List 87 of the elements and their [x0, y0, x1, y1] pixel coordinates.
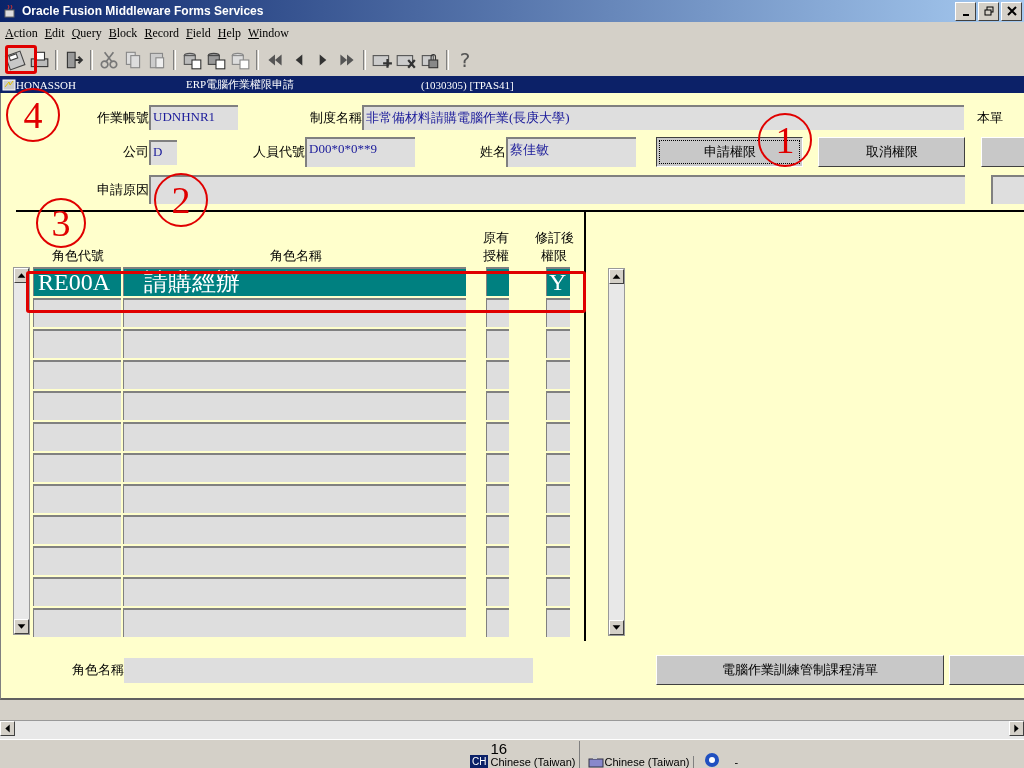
table-cell	[486, 422, 509, 451]
table-row[interactable]	[33, 577, 570, 608]
table-row[interactable]	[33, 608, 570, 639]
ime-badge: CH	[470, 755, 489, 768]
table-cell	[546, 360, 570, 389]
field-label: 本單	[977, 108, 1003, 127]
name-field[interactable]: 蔡佳敏	[506, 137, 636, 167]
table-row[interactable]	[33, 515, 570, 546]
menu-item[interactable]: Edit	[44, 25, 65, 41]
table-cell	[546, 391, 570, 420]
column-header: 角色代號	[51, 247, 105, 265]
callout-number: 4	[6, 88, 60, 142]
restore-icon	[983, 6, 994, 16]
table-cell	[546, 329, 570, 358]
form-icon	[2, 77, 16, 92]
menu-item[interactable]: Field	[186, 25, 211, 41]
table-row[interactable]	[33, 329, 570, 360]
table-cell	[546, 484, 570, 513]
window-title: Oracle Fusion Middleware Forms Services	[22, 4, 265, 18]
field-label: 人員代號	[252, 143, 305, 161]
table-row[interactable]	[33, 391, 570, 422]
column-header: 原有授權	[482, 229, 510, 265]
table-cell	[546, 515, 570, 544]
table-row[interactable]	[33, 360, 570, 391]
action-button[interactable]: 電腦作業訓練管制課程清單	[656, 655, 944, 685]
table-row[interactable]	[33, 422, 570, 453]
menu-item[interactable]: Action	[5, 25, 38, 41]
table-cell	[486, 608, 509, 637]
menu-item[interactable]: Record	[144, 25, 180, 41]
table-cell	[546, 422, 570, 451]
help-icon[interactable]	[704, 752, 721, 768]
table-cell	[486, 546, 509, 575]
scrollbar[interactable]	[13, 267, 30, 635]
table-cell	[486, 484, 509, 513]
action-button[interactable]	[949, 655, 1024, 685]
minimize-icon	[962, 13, 969, 16]
menu-item[interactable]: Help	[217, 25, 242, 41]
menu-item[interactable]: Window	[248, 25, 289, 41]
table-cell	[546, 577, 570, 606]
role-name-field[interactable]	[124, 657, 533, 683]
table-cell	[486, 453, 509, 482]
column-header: 修訂後權限	[534, 229, 575, 265]
callout-number: 3	[36, 198, 86, 248]
scrollbar[interactable]	[608, 268, 625, 636]
highlight-frame	[5, 45, 37, 74]
field-label: 公司	[123, 144, 149, 159]
field-label: 角色名稱	[71, 661, 124, 679]
table-row[interactable]	[33, 453, 570, 484]
status-message: -	[734, 756, 739, 768]
menu-item[interactable]: Block	[108, 25, 138, 41]
help-button[interactable]: ?	[454, 47, 476, 73]
table-row[interactable]	[33, 546, 570, 577]
module-name: HONASSOH	[16, 78, 76, 91]
field-label: 申請原因	[97, 181, 149, 197]
menu-item[interactable]: Query	[71, 25, 102, 41]
action-button[interactable]	[981, 137, 1024, 167]
table-cell	[546, 608, 570, 637]
status-text: Chinese (Taiwan)	[490, 756, 576, 768]
scissors-icon[interactable]	[98, 49, 120, 71]
scrollbar[interactable]	[0, 720, 1024, 739]
table-cell	[486, 329, 509, 358]
table-cell	[546, 453, 570, 482]
table-cell	[486, 515, 509, 544]
account-field[interactable]: UDNHNR1	[149, 105, 238, 130]
field-label: 制度名稱	[309, 108, 362, 127]
form-code: (1030305) [TPAS41]	[420, 78, 514, 91]
close-icon	[1006, 6, 1017, 16]
field-label: 作業帳號	[97, 109, 149, 125]
close-button[interactable]	[1001, 1, 1022, 21]
minimize-button[interactable]	[955, 1, 976, 21]
table-cell	[486, 391, 509, 420]
status-text: Chinese (Taiwan)	[604, 756, 695, 768]
table-row[interactable]	[33, 298, 570, 329]
status-count: 16	[490, 741, 508, 756]
column-header: 角色名稱	[268, 247, 323, 265]
table-row[interactable]	[33, 484, 570, 515]
table-cell	[486, 360, 509, 389]
table-cell	[546, 546, 570, 575]
action-button[interactable]: 取消權限	[818, 137, 965, 167]
text-field[interactable]	[991, 175, 1024, 204]
table-cell	[486, 577, 509, 606]
company-field[interactable]: D	[149, 139, 177, 165]
coffee-cup-icon	[2, 3, 18, 19]
form-title: ERP電腦作業權限申請	[185, 77, 296, 92]
staff-id-field[interactable]: D00*0*0**9	[305, 137, 415, 167]
restore-button[interactable]	[978, 1, 999, 21]
field-label: 姓名	[479, 143, 506, 161]
